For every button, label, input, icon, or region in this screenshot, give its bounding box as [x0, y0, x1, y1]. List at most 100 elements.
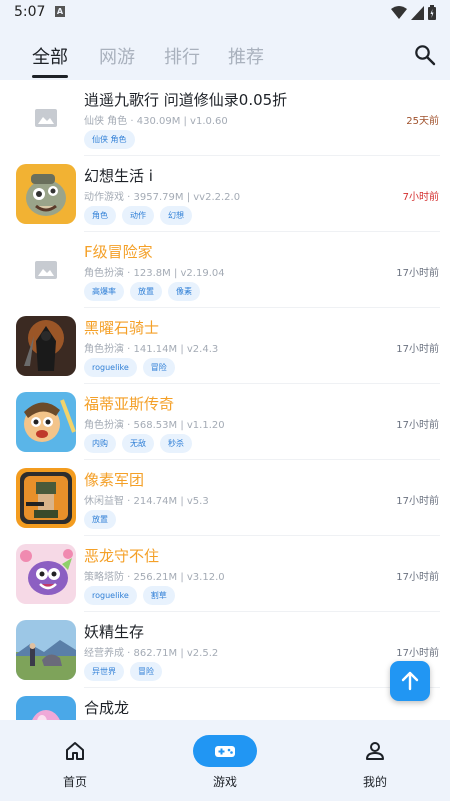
- game-art-icon: [16, 544, 76, 604]
- game-tag: 无敌: [122, 434, 154, 453]
- game-tag: 异世界: [84, 662, 124, 681]
- game-tags: 仙侠 角色: [84, 130, 135, 149]
- game-row[interactable]: 黑曜石骑士 角色扮演 · 141.14M | v2.4.3 17小时前 rogu…: [0, 308, 450, 384]
- nav-profile-label: 我的: [362, 775, 387, 789]
- scroll-to-top-button[interactable]: [390, 661, 430, 701]
- game-tags: 内购 无敌 秒杀: [84, 434, 192, 453]
- game-row[interactable]: 合成龙: [0, 688, 450, 720]
- game-row[interactable]: 恶龙守不住 策略塔防 · 256.21M | v3.12.0 17小时前 rog…: [0, 536, 450, 612]
- game-meta: 角色扮演 · 123.8M | v2.19.04: [84, 268, 225, 279]
- tab-recommend[interactable]: 推荐: [228, 43, 264, 69]
- game-row[interactable]: 妖精生存 经营养成 · 862.71M | v2.5.2 17小时前 异世界 冒…: [0, 612, 450, 688]
- game-update-time: 17小时前: [396, 572, 439, 583]
- game-meta: 策略塔防 · 256.21M | v3.12.0: [84, 572, 225, 583]
- game-thumbnail: [16, 316, 76, 376]
- game-tag: roguelike: [84, 358, 137, 377]
- game-update-time: 17小时前: [396, 344, 439, 355]
- game-update-time: 7小时前: [402, 192, 439, 203]
- tab-indicator: [32, 75, 68, 78]
- game-row[interactable]: F级冒险家 角色扮演 · 123.8M | v2.19.04 17小时前 高爆率…: [0, 232, 450, 308]
- notification-a-icon: A: [55, 6, 65, 17]
- game-tag: 冒险: [130, 662, 162, 681]
- home-icon: [66, 742, 84, 760]
- game-thumbnail: [16, 164, 76, 224]
- game-update-time: 17小时前: [396, 268, 439, 279]
- game-thumbnail: [16, 620, 76, 680]
- arrow-up-icon: [401, 671, 419, 691]
- game-thumbnail: [16, 468, 76, 528]
- game-art-icon: [16, 696, 76, 720]
- status-icons: [391, 5, 436, 20]
- status-time: 5:07: [14, 4, 46, 20]
- game-update-time: 17小时前: [396, 420, 439, 431]
- game-tags: 角色 动作 幻想: [84, 206, 192, 225]
- game-row[interactable]: 逍遥九歌行 问道修仙录0.05折 仙侠 角色 · 430.09M | v1.0.…: [0, 80, 450, 156]
- game-update-time: 17小时前: [396, 496, 439, 507]
- game-tag: 冒险: [142, 358, 175, 377]
- nav-games[interactable]: 游戏: [150, 720, 300, 801]
- game-meta: 角色扮演 · 141.14M | v2.4.3: [84, 344, 219, 355]
- game-name: 像素军团: [84, 471, 145, 489]
- game-meta: 经营养成 · 862.71M | v2.5.2: [84, 648, 219, 659]
- game-tag: 高爆率: [84, 282, 124, 301]
- game-meta: 动作游戏 · 3957.79M | vv2.2.2.0: [84, 192, 241, 203]
- game-tags: 放置: [84, 510, 116, 529]
- game-tag: 放置: [130, 282, 162, 301]
- game-tag: 割草: [142, 586, 175, 605]
- game-name: 福蒂亚斯传奇: [84, 395, 175, 413]
- image-placeholder-icon: [35, 109, 57, 127]
- nav-home[interactable]: 首页: [0, 720, 150, 801]
- game-thumbnail: [16, 392, 76, 452]
- game-tag: 幻想: [160, 206, 192, 225]
- game-row[interactable]: 像素军团 休闲益智 · 214.74M | v5.3 17小时前 放置: [0, 460, 450, 536]
- game-tags: 异世界 冒险: [84, 662, 162, 681]
- game-meta: 角色扮演 · 568.53M | v1.1.20: [84, 420, 225, 431]
- game-update-time: 25天前: [406, 116, 439, 127]
- game-name: 黑曜石骑士: [84, 319, 160, 337]
- game-name: 逍遥九歌行 问道修仙录0.05折: [84, 91, 288, 109]
- game-tags: roguelike 冒险: [84, 358, 175, 377]
- game-tag: 动作: [122, 206, 154, 225]
- tab-all[interactable]: 全部: [32, 43, 68, 69]
- game-tag: 放置: [84, 510, 116, 529]
- battery-icon: [428, 5, 436, 20]
- game-tag: 角色: [84, 206, 116, 225]
- game-tags: 高爆率 放置 像素: [84, 282, 200, 301]
- nav-home-label: 首页: [62, 775, 87, 789]
- game-art-icon: [16, 620, 76, 680]
- nav-games-label: 游戏: [212, 775, 237, 789]
- game-name: 合成龙: [84, 699, 130, 717]
- game-thumbnail: [16, 544, 76, 604]
- game-art-icon: [16, 316, 76, 376]
- game-thumbnail: [16, 88, 76, 148]
- tab-online[interactable]: 网游: [99, 43, 135, 69]
- game-tag: roguelike: [84, 586, 137, 605]
- game-thumbnail: [16, 696, 76, 720]
- game-art-icon: [16, 468, 76, 528]
- game-art-icon: [16, 164, 76, 224]
- game-name: F级冒险家: [84, 243, 153, 261]
- game-tag: 秒杀: [160, 434, 192, 453]
- game-tag: 像素: [168, 282, 200, 301]
- search-icon[interactable]: [414, 44, 436, 66]
- game-art-icon: [16, 392, 76, 452]
- gamepad-icon: [215, 746, 235, 757]
- image-placeholder-icon: [35, 261, 57, 279]
- game-row[interactable]: 幻想生活 i 动作游戏 · 3957.79M | vv2.2.2.0 7小时前 …: [0, 156, 450, 232]
- bottom-nav: 首页 游戏 我的: [0, 720, 450, 801]
- game-meta: 仙侠 角色 · 430.09M | v1.0.60: [84, 116, 228, 127]
- game-list[interactable]: 逍遥九歌行 问道修仙录0.05折 仙侠 角色 · 430.09M | v1.0.…: [0, 80, 450, 720]
- game-tags: roguelike 割草: [84, 586, 175, 605]
- wifi-icon: [391, 5, 407, 19]
- game-tag: 内购: [84, 434, 116, 453]
- game-name: 妖精生存: [84, 623, 145, 641]
- person-icon: [366, 742, 384, 760]
- game-tag: 仙侠 角色: [84, 130, 135, 149]
- game-row[interactable]: 福蒂亚斯传奇 角色扮演 · 568.53M | v1.1.20 17小时前 内购…: [0, 384, 450, 460]
- signal-icon: [411, 5, 424, 20]
- game-thumbnail: [16, 240, 76, 300]
- tab-ranking[interactable]: 排行: [164, 43, 200, 69]
- top-tab-bar: 全部 网游 排行 推荐: [0, 26, 450, 80]
- nav-profile[interactable]: 我的: [300, 720, 450, 801]
- game-name: 幻想生活 i: [84, 167, 153, 185]
